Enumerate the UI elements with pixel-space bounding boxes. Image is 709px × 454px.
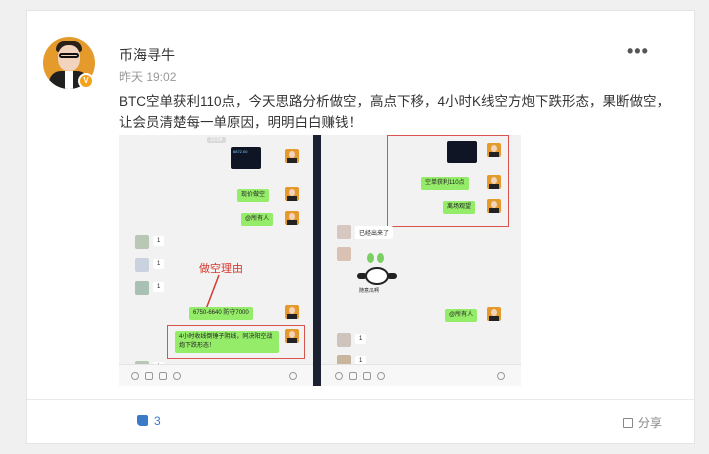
chat-message: @所有人 xyxy=(445,309,478,322)
post-time: 昨天 19:02 xyxy=(119,70,177,84)
chat-timestamp: 12:54 xyxy=(207,137,226,143)
sender-avatar xyxy=(487,143,501,157)
post-image[interactable]: 12:54 6872.00 现价做空 @所有人 1 1 1 做空理由 6750-… xyxy=(119,135,521,386)
sender-avatar xyxy=(487,175,501,189)
verified-badge-icon: V xyxy=(78,73,94,89)
member-avatar xyxy=(135,235,149,249)
member-avatar xyxy=(135,281,149,295)
chart-price: 6872.00 xyxy=(233,149,248,154)
sender-avatar xyxy=(487,199,501,213)
chat-message: 1 xyxy=(153,282,165,292)
scissors-icon xyxy=(159,372,167,380)
emoji-icon xyxy=(131,372,139,380)
more-options-icon[interactable]: ••• xyxy=(627,41,649,62)
author-name[interactable]: 币海寻牛 xyxy=(119,45,175,65)
chat-toolbar xyxy=(119,364,313,386)
chat-toolbar xyxy=(321,364,521,386)
chat-screenshot-right: 空单获利110点 离场观望 已经出来了 随意瓜啊 @所有人 1 1 xyxy=(321,135,521,386)
emoji-icon xyxy=(335,372,343,380)
member-avatar xyxy=(337,225,351,239)
member-avatar xyxy=(337,333,351,347)
panda-sticker: 随意瓜啊 xyxy=(357,253,399,297)
chat-bubble-icon xyxy=(377,372,385,380)
sender-avatar xyxy=(285,187,299,201)
like-button[interactable]: 3 xyxy=(137,414,161,428)
image-divider xyxy=(313,135,321,386)
chat-message: 1 xyxy=(153,259,165,269)
phone-icon xyxy=(497,372,505,380)
post-text: BTC空单获利110点，今天思路分析做空，高点下移，4小时K线空方炮下跌形态，果… xyxy=(119,94,671,130)
chat-screenshot-left: 12:54 6872.00 现价做空 @所有人 1 1 1 做空理由 6750-… xyxy=(119,135,313,386)
chat-message: 4小时收线倒锤子阴线，同决阳空战炮下跌形态！ xyxy=(175,331,279,353)
sender-avatar xyxy=(285,329,299,343)
member-avatar xyxy=(135,258,149,272)
folder-icon xyxy=(145,372,153,380)
chat-message: 离场观望 xyxy=(443,201,476,214)
chat-message: 现价做空 xyxy=(237,189,270,202)
phone-icon xyxy=(289,372,297,380)
folder-icon xyxy=(349,372,357,380)
sender-avatar xyxy=(285,211,299,225)
sender-avatar xyxy=(487,307,501,321)
kline-chart-thumbnail xyxy=(447,141,477,163)
thumbs-up-icon xyxy=(137,415,148,426)
share-button[interactable]: 分享 xyxy=(623,414,662,431)
share-label: 分享 xyxy=(638,416,663,430)
sender-avatar xyxy=(285,305,299,319)
chat-message: 空单获利110点 xyxy=(421,177,469,190)
chat-message: @所有人 xyxy=(241,213,274,226)
sender-avatar xyxy=(285,149,299,163)
sticker-caption: 随意瓜啊 xyxy=(359,288,380,294)
like-count: 3 xyxy=(154,414,161,428)
chat-bubble-icon xyxy=(173,372,181,380)
post-card: V 币海寻牛 昨天 19:02 ••• BTC空单获利110点，今天思路分析做空… xyxy=(26,10,695,444)
footer-divider xyxy=(27,399,694,400)
chat-message: 1 xyxy=(153,236,165,246)
chat-message: 已经出来了 xyxy=(355,226,394,239)
kline-chart-thumbnail: 6872.00 xyxy=(231,147,261,169)
chat-message: 1 xyxy=(355,334,367,344)
member-avatar xyxy=(337,247,351,261)
share-icon xyxy=(623,418,633,428)
chat-message: 6750-6640 防守7000 xyxy=(189,307,253,320)
scissors-icon xyxy=(363,372,371,380)
